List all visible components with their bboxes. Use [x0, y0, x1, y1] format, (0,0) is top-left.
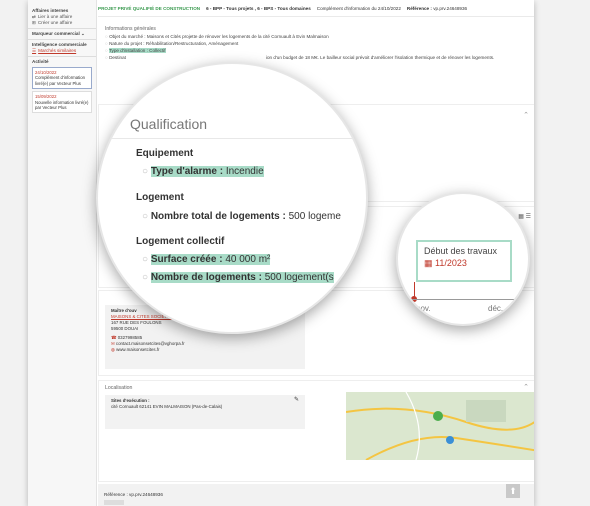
phone-icon: ☎ [111, 335, 117, 340]
category: 6 - BPP - Tous projets , 6 - BPS - Tous … [206, 5, 311, 11]
total-logements-row: ○ Nombre total de logements : 500 logeme [142, 211, 341, 222]
collapse-icon[interactable]: ⌃ [523, 111, 529, 119]
globe-icon: ◍ [111, 347, 115, 352]
nb-logements-row: ○ Nombre de logements : 500 logement(s [142, 272, 334, 283]
footer: Référence : vp.prv.24648936 [98, 484, 534, 506]
alarm-row: ○ Type d'alarme : Incendie [142, 166, 264, 177]
similar-markets-link[interactable]: ☰ Marchés similaires [32, 48, 92, 54]
map[interactable]: + − [346, 392, 534, 460]
header-bar: PROJET PRIVÉ QUALIFIÉ DE CONSTRUCTION 6 … [98, 0, 534, 17]
scroll-top-button[interactable]: ⬆ [506, 484, 520, 498]
activity-card[interactable]: 15/09/2022 Nouvelle information livré(e)… [32, 91, 92, 114]
plus-icon: ⊞ [32, 20, 36, 25]
wrench-icon[interactable]: ✎ [294, 397, 299, 403]
surface-row: ○ Surface créée : 40 000 m² [142, 254, 271, 265]
general-info: Informations générales ○ Objet du marché… [105, 26, 495, 60]
timeline-zoom: Début des travaux ▦ 11/2023 nov. déc. [396, 192, 530, 326]
view-toggle-icon[interactable]: ▦ ☰ [518, 213, 531, 220]
calendar-icon: ▦ [424, 258, 433, 268]
qualification-zoom: Qualification Equipement ○ Type d'alarme… [96, 62, 368, 334]
objet: Objet du marché : Maisons et Cités proje… [109, 34, 329, 39]
complement-info: Complément d'information du 24/10/2022 [316, 5, 401, 11]
chevron-down-icon: ⌄ [81, 31, 85, 36]
activity-card[interactable]: 24/10/2022 Complément d'information livr… [32, 67, 92, 90]
activity-title: Activité [32, 59, 49, 64]
marker-dropdown[interactable]: Marqueur commercial ⌄ [32, 31, 92, 37]
list-icon: ☰ [32, 48, 37, 53]
sidebar: Affaires internes ⇄ Lier à une affaire ⊞ C… [28, 0, 97, 506]
qualification-title: Qualification [130, 116, 208, 132]
sites-card: Sites d'exécution : cité Cornuault 62141… [105, 395, 305, 429]
footer-reference: Référence : vp.prv.24648936 [104, 492, 163, 497]
reference: vp.prv.24648936 [433, 5, 468, 11]
document-page: Affaires internes ⇄ Lier à une affaire ⊞ C… [28, 0, 534, 506]
destination: Destinat [109, 55, 126, 60]
nature: Nature du projet : Réhabilitation/Restru… [109, 41, 239, 46]
project-status: PROJET PRIVÉ QUALIFIÉ DE CONSTRUCTION [98, 5, 201, 11]
map-marker-icon [433, 411, 443, 421]
mail-icon: ✉ [111, 341, 115, 346]
map-marker-icon [446, 436, 454, 444]
installation-type: Type d'installation : Collectif [108, 48, 166, 53]
create-affaire-link[interactable]: ⊞ Créer une affaire [32, 20, 92, 26]
collapse-icon[interactable]: ⌃ [523, 383, 529, 391]
start-date-card: Début des travaux ▦ 11/2023 [416, 240, 512, 282]
